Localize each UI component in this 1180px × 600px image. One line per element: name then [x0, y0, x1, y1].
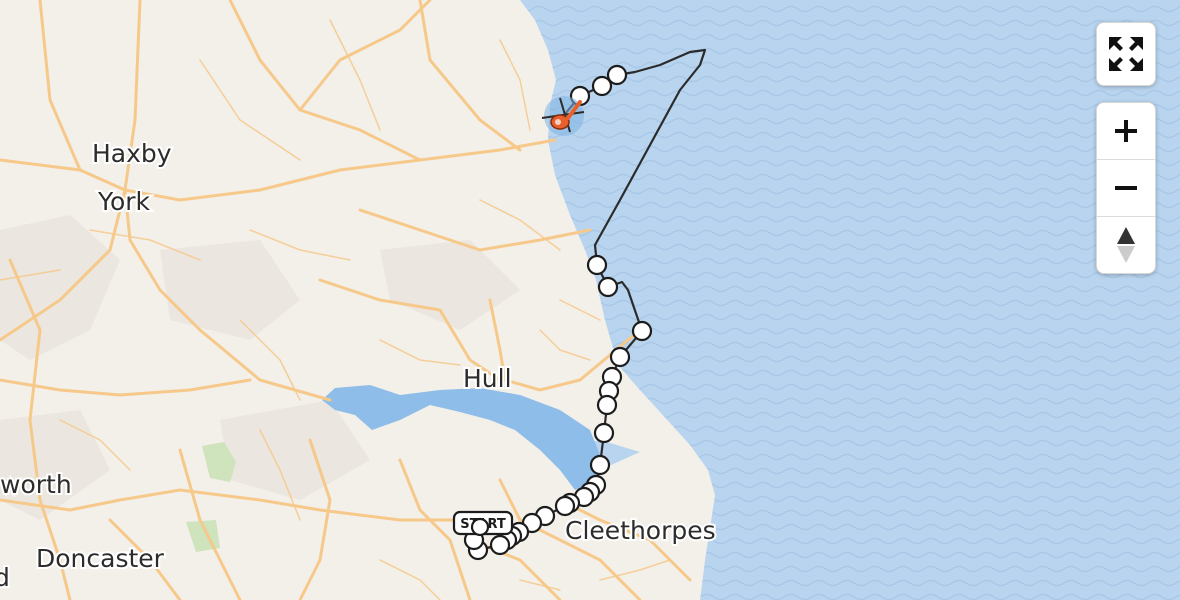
compass-icon: [1117, 227, 1135, 263]
zoom-out-button[interactable]: [1097, 159, 1155, 216]
route-marker: [586, 254, 608, 276]
route-marker: [631, 320, 653, 342]
fullscreen-control[interactable]: [1096, 22, 1156, 86]
start-marker[interactable]: START: [452, 510, 514, 537]
map-canvas[interactable]: START Haxby York Hull Cleethorpes Doncas…: [0, 0, 1180, 600]
route-marker: [589, 454, 611, 476]
route-marker: [609, 346, 631, 368]
label-worth: worth: [0, 470, 72, 499]
zoom-in-button[interactable]: [1097, 103, 1155, 159]
route-marker: [489, 534, 511, 556]
label-doncaster: Doncaster: [36, 544, 165, 573]
fullscreen-icon: [1109, 37, 1143, 71]
route-marker: [591, 75, 613, 97]
navigation-control: [1096, 102, 1156, 274]
label-york: York: [97, 187, 151, 216]
route-marker: [596, 394, 618, 416]
route-marker: [597, 276, 619, 298]
route-marker: [470, 517, 490, 537]
label-haxby: Haxby: [92, 139, 172, 168]
minus-icon: [1115, 186, 1137, 190]
label-hull: Hull: [463, 364, 512, 393]
reset-north-button[interactable]: [1097, 216, 1155, 273]
plus-icon: [1115, 120, 1137, 142]
label-d: d: [0, 563, 10, 592]
label-cleethorpes: Cleethorpes: [565, 516, 716, 545]
route-marker: [593, 422, 615, 444]
route-marker: [554, 495, 576, 517]
fullscreen-button[interactable]: [1097, 23, 1155, 85]
